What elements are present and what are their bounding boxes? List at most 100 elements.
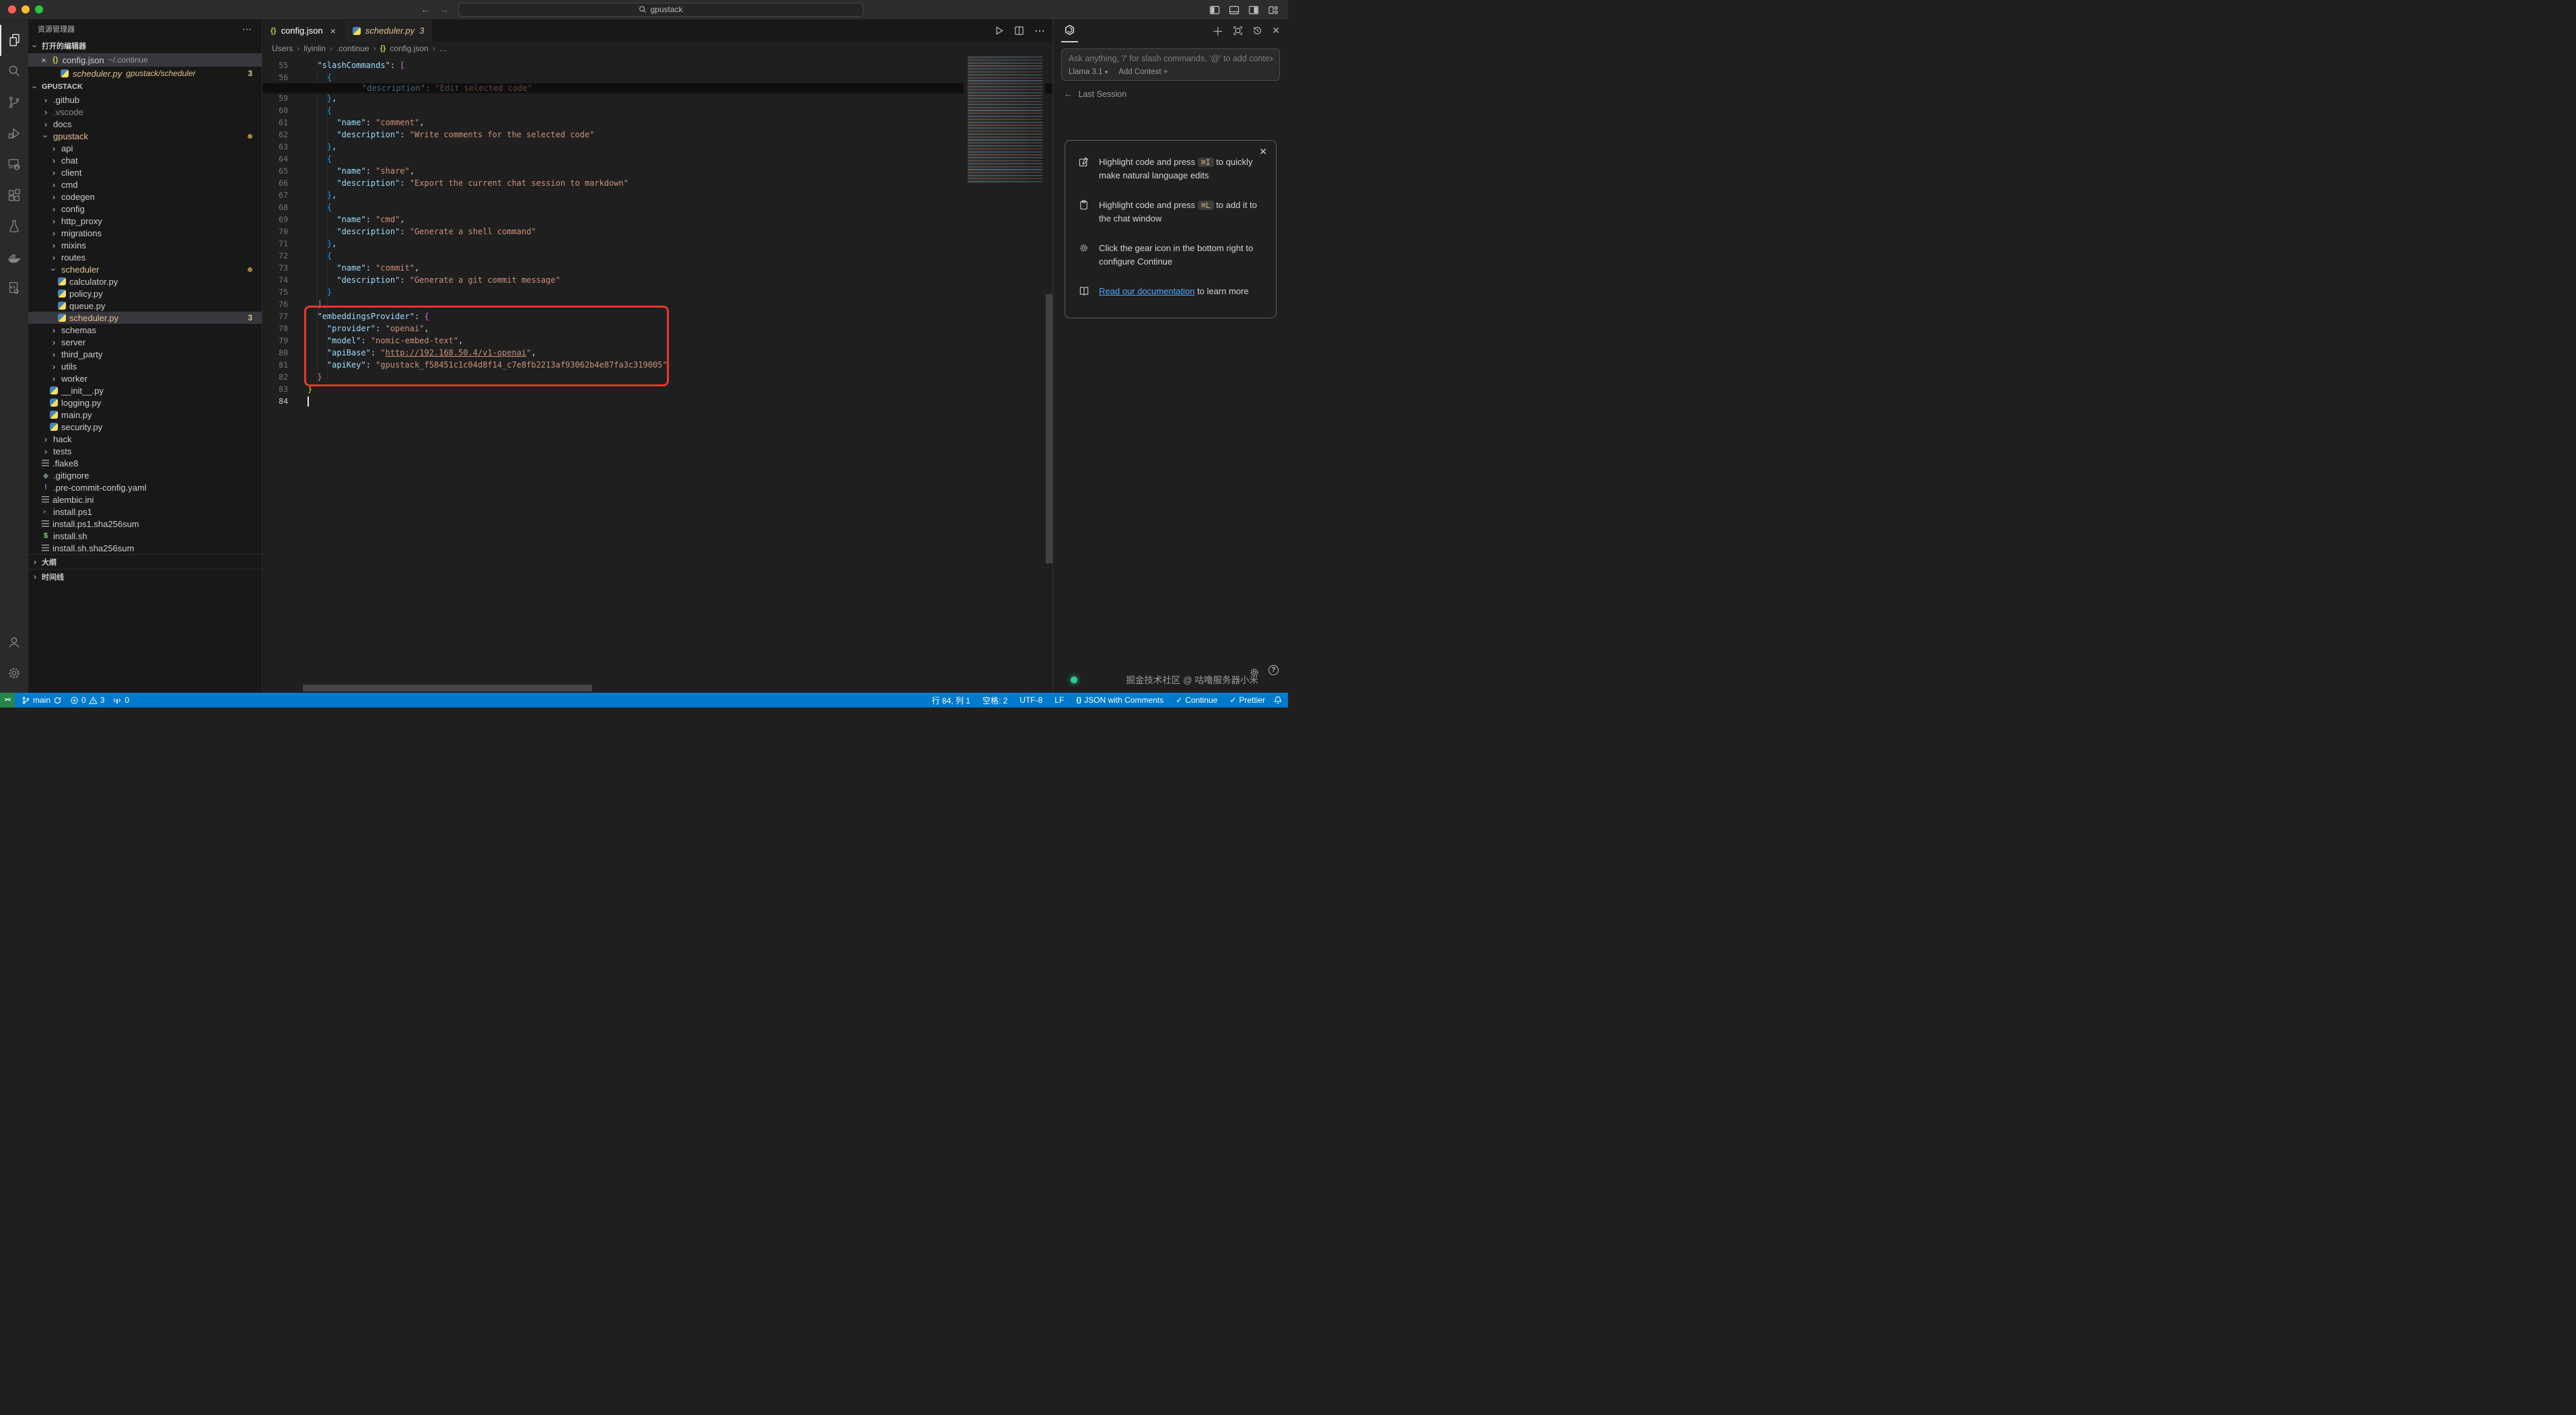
code-line-68[interactable]: 68 { <box>262 201 1052 213</box>
tree-item-.github[interactable]: ›.github <box>28 94 262 106</box>
code-line-80[interactable]: 80 "apiBase": "http://192.168.50.4/v1-op… <box>262 347 1052 359</box>
tree-item-.flake8[interactable]: .flake8 <box>28 457 262 469</box>
new-session-icon[interactable]: ＋ <box>1212 22 1223 39</box>
close-tips-icon[interactable]: ✕ <box>1259 146 1267 158</box>
tree-item-.pre-commit-config.yaml[interactable]: !.pre-commit-config.yaml <box>28 481 262 493</box>
code-line-83[interactable]: 83} <box>262 383 1052 395</box>
tree-item-calculator.py[interactable]: calculator.py <box>28 275 262 287</box>
code-line-82[interactable]: 82 } <box>262 371 1052 383</box>
code-line-62[interactable]: 62 "description": "Write comments for th… <box>262 129 1052 141</box>
tree-item-.vscode[interactable]: ›.vscode <box>28 106 262 118</box>
prettier-status[interactable]: ✓Prettier <box>1225 693 1269 708</box>
code-line-66[interactable]: 66 "description": "Export the current ch… <box>262 177 1052 189</box>
problems-item[interactable]: 0 3 <box>66 693 108 708</box>
language-mode[interactable]: {}JSON with Comments <box>1072 693 1168 708</box>
minimap[interactable] <box>964 55 1045 693</box>
tree-item-gpustack[interactable]: ›gpustack <box>28 130 262 142</box>
code-line-76[interactable]: 76 ], <box>262 298 1052 310</box>
tree-item-schemas[interactable]: ›schemas <box>28 324 262 336</box>
tree-item-main.py[interactable]: main.py <box>28 409 262 421</box>
code-line-81[interactable]: 81 "apiKey": "gpustack_f58451c1c04d8f14_… <box>262 359 1052 371</box>
open-editor-config.json[interactable]: ×{}config.json~/.continue <box>28 53 262 67</box>
minimize-window-icon[interactable] <box>22 5 30 13</box>
settings-gear-icon[interactable] <box>0 658 28 689</box>
tree-item-install.ps1.sha256sum[interactable]: install.ps1.sha256sum <box>28 518 262 530</box>
code-line-59[interactable]: 59 }, <box>262 92 1052 104</box>
tree-item-install.sh.sha256sum[interactable]: install.sh.sha256sum <box>28 542 262 554</box>
extensions-icon[interactable] <box>0 180 28 211</box>
close-panel-icon[interactable]: ✕ <box>1272 25 1280 36</box>
toggle-primary-sidebar-icon[interactable] <box>1209 5 1220 15</box>
explorer-icon[interactable] <box>0 25 28 56</box>
tree-item-tests[interactable]: ›tests <box>28 445 262 457</box>
model-selector[interactable]: Llama 3.1 ▾ <box>1069 68 1108 76</box>
tree-item-hack[interactable]: ›hack <box>28 433 262 445</box>
tree-item-routes[interactable]: ›routes <box>28 251 262 263</box>
tree-item-api[interactable]: ›api <box>28 142 262 154</box>
code-line-77[interactable]: 77 "embeddingsProvider": { <box>262 310 1052 322</box>
back-icon[interactable]: ← <box>421 4 430 15</box>
tree-item-scheduler.py[interactable]: scheduler.py3 <box>28 312 262 324</box>
last-session-link[interactable]: ← Last Session <box>1053 81 1288 108</box>
tree-item-migrations[interactable]: ›migrations <box>28 227 262 239</box>
search-icon[interactable] <box>0 56 28 87</box>
code-line-55[interactable]: 55 "slashCommands": [ <box>262 59 1052 71</box>
encoding[interactable]: UTF-8 <box>1015 693 1046 708</box>
notifications-bell-icon[interactable] <box>1273 695 1283 705</box>
documentation-link[interactable]: Read our documentation <box>1099 286 1194 296</box>
add-context-button[interactable]: Add Context + <box>1118 68 1168 76</box>
customize-layout-icon[interactable] <box>1268 5 1279 15</box>
help-icon[interactable]: ? <box>1268 665 1279 675</box>
toggle-panel-icon[interactable] <box>1229 5 1240 15</box>
tree-item-third_party[interactable]: ›third_party <box>28 348 262 360</box>
code-line-72[interactable]: 72 { <box>262 250 1052 262</box>
command-center-search[interactable]: gpustack <box>458 3 863 17</box>
continue-config-gear-icon[interactable] <box>1249 667 1260 678</box>
explorer-more-actions-icon[interactable]: ⋯ <box>242 24 252 35</box>
code-line-79[interactable]: 79 "model": "nomic-embed-text", <box>262 335 1052 347</box>
tree-item-config[interactable]: ›config <box>28 203 262 215</box>
project-root-header[interactable]: › GPUSTACK <box>28 80 262 94</box>
code-line-65[interactable]: 65 "name": "share", <box>262 165 1052 177</box>
code-line-84[interactable]: 84 <box>262 395 1052 407</box>
tree-item-cmd[interactable]: ›cmd <box>28 178 262 191</box>
code-line-70[interactable]: 70 "description": "Generate a shell comm… <box>262 226 1052 238</box>
code-hidden-line[interactable]: "description": "Edit selected code" <box>262 83 1052 92</box>
code-line-78[interactable]: 78 "provider": "openai", <box>262 322 1052 335</box>
run-debug-icon[interactable] <box>0 118 28 149</box>
close-editor-icon[interactable]: × <box>39 55 48 65</box>
tree-item-.gitignore[interactable]: ◆.gitignore <box>28 469 262 481</box>
cursor-position[interactable]: 行 84, 列 1 <box>928 693 974 708</box>
tree-item-alembic.ini[interactable]: alembic.ini <box>28 493 262 506</box>
tree-item-codegen[interactable]: ›codegen <box>28 191 262 203</box>
git-branch-item[interactable]: main <box>17 693 66 708</box>
code-line-60[interactable]: 60 { <box>262 104 1052 116</box>
tree-item-worker[interactable]: ›worker <box>28 372 262 384</box>
timeline-section[interactable]: › 时间线 <box>28 569 262 584</box>
breadcrumb[interactable]: Users› liyinlin› .continue› {} config.js… <box>262 42 1052 55</box>
split-editor-icon[interactable] <box>1014 26 1024 36</box>
code-line-56[interactable]: 56 { <box>262 71 1052 83</box>
tree-item-http_proxy[interactable]: ›http_proxy <box>28 215 262 227</box>
source-control-icon[interactable] <box>0 87 28 118</box>
code-line-61[interactable]: 61 "name": "comment", <box>262 116 1052 129</box>
code-line-75[interactable]: 75 } <box>262 286 1052 298</box>
zoom-window-icon[interactable] <box>35 5 43 13</box>
forward-icon[interactable]: → <box>439 4 449 15</box>
code-line-69[interactable]: 69 "name": "cmd", <box>262 213 1052 226</box>
tab-config-json[interactable]: {} config.json × <box>262 20 345 42</box>
tree-item-chat[interactable]: ›chat <box>28 154 262 166</box>
open-editor-scheduler.py[interactable]: scheduler.pygpustack/scheduler3 <box>28 67 262 80</box>
ports-item[interactable]: 0 <box>108 693 133 708</box>
testing-icon[interactable] <box>0 211 28 242</box>
tree-item-queue.py[interactable]: queue.py <box>28 300 262 312</box>
tree-item-install.ps1[interactable]: >_install.ps1 <box>28 506 262 518</box>
run-file-icon[interactable] <box>994 26 1004 36</box>
remote-indicator[interactable]: >< <box>0 693 15 708</box>
tree-item-utils[interactable]: ›utils <box>28 360 262 372</box>
tree-item-scheduler[interactable]: ›scheduler <box>28 263 262 275</box>
close-window-icon[interactable] <box>8 5 16 13</box>
remote-explorer-icon[interactable] <box>0 149 28 180</box>
tree-item-policy.py[interactable]: policy.py <box>28 287 262 300</box>
tree-item-client[interactable]: ›client <box>28 166 262 178</box>
